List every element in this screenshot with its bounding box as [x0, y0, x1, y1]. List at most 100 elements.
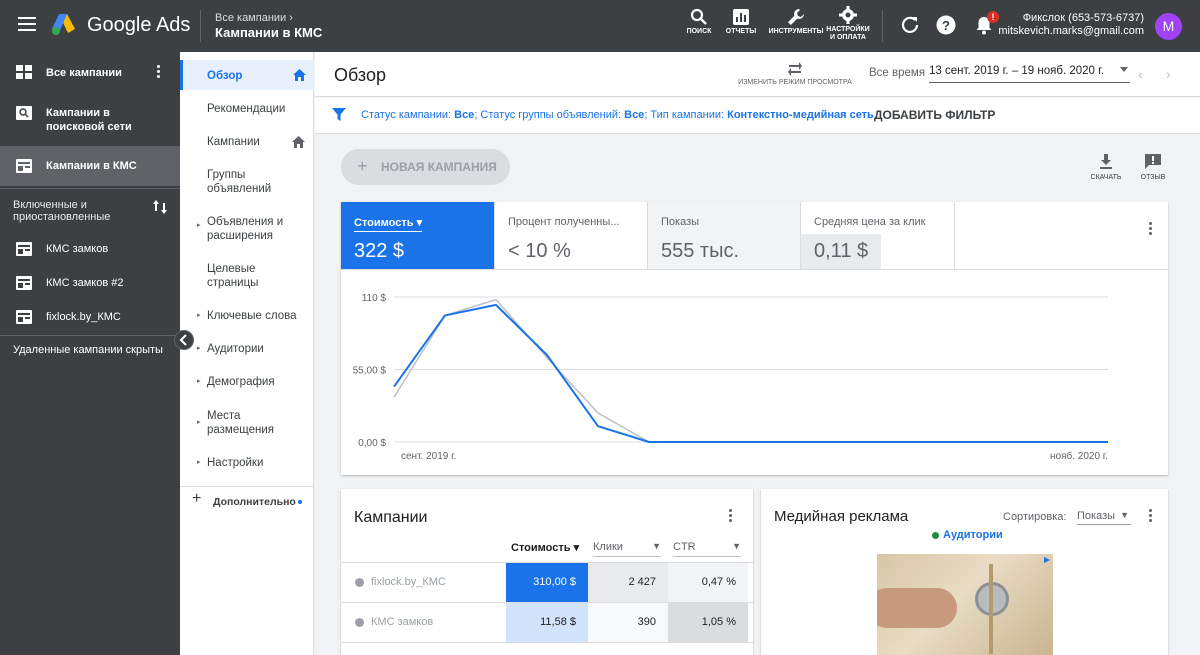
sort-value: Показы — [1077, 510, 1116, 522]
sidebar-campaign-item[interactable]: КМС замков — [0, 232, 180, 266]
add-filter-button[interactable]: ДОБАВИТЬ ФИЛЬТР — [874, 108, 995, 122]
page-menu-item-overview[interactable]: Обзор — [180, 60, 314, 90]
campaign-name[interactable]: КМС замков — [371, 616, 433, 628]
display-icon — [16, 159, 32, 173]
filter-text: Статус кампании: — [361, 109, 455, 121]
brand-name: Google Ads — [87, 14, 191, 36]
sidebar-label: Все кампании — [46, 67, 122, 79]
more-vert-icon[interactable] — [1149, 509, 1153, 524]
ad-preview-image[interactable] — [877, 554, 1053, 655]
menu-label: Объявления и расширения — [207, 216, 284, 242]
chevron-left-icon[interactable]: ‹ — [1138, 66, 1143, 82]
settings-button[interactable]: НАСТРОЙКИ И ОПЛАТА — [826, 6, 870, 42]
new-campaign-button[interactable]: + НОВАЯ КАМПАНИЯ — [341, 149, 510, 185]
sidebar-label: fixlock.by_КМС — [46, 311, 121, 323]
collapse-sidebar-button[interactable] — [174, 330, 194, 350]
table-row[interactable]: КМС замков 11,58 $ 390 1,05 % — [341, 602, 753, 642]
x-tick-label: нояб. 2020 г. — [1050, 450, 1108, 462]
y-tick-label: 55,00 $ — [353, 366, 387, 377]
active-filters[interactable]: Статус кампании: Все; Статус группы объя… — [361, 109, 874, 121]
filter-value: Контекстно-медийная сеть — [727, 109, 874, 121]
metric-avg-cpc[interactable]: Средняя цена за клик 0,11 $ — [801, 202, 955, 269]
dropdown-arrow-icon — [1120, 67, 1128, 72]
menu-label: Целевые страницы — [207, 263, 259, 289]
metric-impression-share[interactable]: Процент полученны... < 10 % — [495, 202, 648, 269]
sort-icon[interactable] — [153, 199, 167, 215]
sort-select[interactable]: Показы ▼ — [1077, 510, 1131, 525]
menu-label: Рекомендации — [207, 103, 286, 115]
menu-label: Обзор — [207, 70, 243, 82]
metric-impressions[interactable]: Показы 555 тыс. — [648, 202, 801, 269]
display-icon — [16, 276, 32, 290]
avatar[interactable]: M — [1155, 13, 1182, 40]
sidebar-label: КМС замков — [46, 243, 109, 255]
metric-value: < 10 % — [508, 240, 571, 262]
y-tick-label: 0,00 $ — [358, 438, 386, 449]
menu-label: Группы объявлений — [207, 169, 272, 195]
help-icon[interactable]: ? — [936, 15, 956, 35]
chevron-right-icon[interactable]: › — [1166, 66, 1171, 82]
display-icon — [16, 310, 32, 324]
divider — [0, 188, 180, 189]
column-header-cost[interactable]: Стоимость ▾ — [511, 541, 579, 554]
plus-icon: + — [192, 490, 202, 507]
menu-icon[interactable] — [18, 17, 36, 31]
filter-icon[interactable] — [332, 108, 346, 122]
sidebar-campaign-item[interactable]: fixlock.by_КМС — [0, 300, 180, 334]
hand-shape — [877, 588, 957, 628]
new-campaign-label: НОВАЯ КАМПАНИЯ — [381, 160, 497, 174]
refresh-icon[interactable] — [900, 15, 920, 35]
feedback-button[interactable]: ОТЗЫВ — [1136, 153, 1170, 181]
table-row-divider — [341, 642, 753, 655]
expand-arrow-icon: ▸ — [197, 312, 201, 319]
divider — [200, 10, 201, 42]
page-header: Обзор ИЗМЕНИТЬ РЕЖИМ ПРОСМОТРА Все время… — [315, 52, 1200, 97]
menu-label: Кампании — [207, 136, 260, 148]
download-icon — [1100, 154, 1112, 169]
table-row[interactable]: fixlock.by_КМС 310,00 $ 2 427 0,47 % — [341, 562, 753, 602]
metric-value: 555 тыс. — [661, 240, 740, 262]
date-range-select[interactable]: 13 сент. 2019 г. – 19 нояб. 2020 г. — [929, 65, 1130, 83]
dropdown-arrow-icon: ▼ — [652, 541, 661, 551]
campaigns-card: Кампании Стоимость ▾ Клики ▼ CTR ▼ fixlock… — [341, 489, 753, 655]
divider — [882, 10, 883, 42]
x-tick-label: сент. 2019 г. — [401, 451, 456, 462]
expand-arrow-icon: ▸ — [197, 222, 201, 229]
column-header-ctr[interactable]: CTR ▼ — [673, 541, 741, 557]
search-label: ПОИСК — [686, 28, 712, 35]
column-header-clicks[interactable]: Клики ▼ — [593, 541, 661, 557]
expand-arrow-icon: ▸ — [197, 419, 201, 426]
sort-label: Сортировка: — [1003, 511, 1067, 523]
download-button[interactable]: СКАЧАТЬ — [1088, 153, 1124, 181]
account-info[interactable]: Фикслок (653-573-6737) mitskevich.marks@… — [998, 12, 1144, 38]
home-icon — [292, 136, 305, 148]
metric-name: Средняя цена за клик — [814, 216, 926, 228]
audience-label: Аудитории — [943, 529, 1003, 541]
more-vert-icon[interactable] — [729, 509, 733, 524]
sidebar-item-all-campaigns[interactable]: Все кампании — [0, 52, 180, 92]
metric-cost[interactable]: Стоимость ▾ 322 $ — [341, 202, 495, 269]
filter-bar: Статус кампании: Все; Статус группы объя… — [315, 98, 1200, 134]
new-dot-icon — [298, 500, 302, 504]
svg-text:?: ? — [942, 18, 950, 33]
search-button[interactable]: ПОИСК — [684, 8, 714, 36]
more-vert-icon[interactable] — [157, 65, 161, 80]
sidebar-item-display-campaigns[interactable]: Кампании в КМС — [0, 146, 180, 186]
reports-button[interactable]: ОТЧЕТЫ — [724, 8, 758, 36]
sidebar-campaign-item[interactable]: КМС замков #2 — [0, 266, 180, 300]
settings-label-1: НАСТРОЙКИ — [826, 26, 870, 33]
comparison-series-line — [393, 298, 1108, 443]
y-tick-label: 110 $ — [362, 293, 387, 304]
metric-name: Процент полученны... — [508, 216, 620, 228]
more-vert-icon[interactable] — [1149, 222, 1153, 237]
cost-cell: 310,00 $ — [506, 563, 588, 602]
ctr-cell: 1,05 % — [668, 603, 748, 642]
breadcrumb-parent[interactable]: Все кампании › — [215, 12, 293, 24]
menu-label: Аудитории — [207, 343, 264, 355]
campaign-name[interactable]: fixlock.by_КМС — [371, 576, 446, 588]
sidebar-item-search-campaigns[interactable]: Кампании в поисковой сети — [0, 92, 180, 146]
expand-arrow-icon: ▸ — [197, 459, 201, 466]
change-view-mode-button[interactable]: ИЗМЕНИТЬ РЕЖИМ ПРОСМОТРА — [735, 60, 855, 86]
tools-button[interactable]: ИНСТРУМЕНТЫ — [768, 8, 824, 36]
clicks-cell: 390 — [588, 603, 668, 642]
